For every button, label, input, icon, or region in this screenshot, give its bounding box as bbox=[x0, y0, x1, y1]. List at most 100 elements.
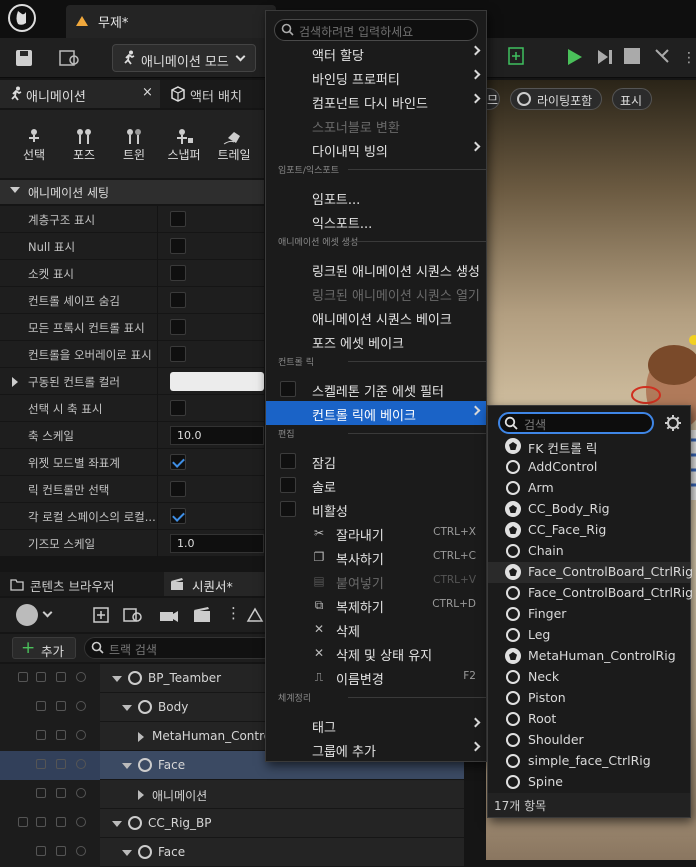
tool-pose[interactable]: 포즈 bbox=[64, 128, 104, 163]
expand-icon[interactable] bbox=[12, 377, 18, 387]
menu-item[interactable]: 잠김 bbox=[266, 449, 486, 473]
control-rig-item[interactable]: CC_Body_Rig bbox=[488, 499, 690, 520]
tab-content-browser[interactable]: 콘텐츠 브라우저 bbox=[0, 572, 160, 596]
control-rig-item[interactable]: Shoulder bbox=[488, 730, 690, 751]
mute-icon[interactable] bbox=[76, 788, 86, 798]
solo-icon[interactable] bbox=[56, 846, 66, 856]
property-checkbox[interactable] bbox=[170, 346, 186, 362]
lock-icon[interactable] bbox=[36, 846, 46, 856]
expand-icon[interactable] bbox=[138, 790, 144, 800]
close-icon[interactable]: × bbox=[142, 85, 153, 100]
unreal-logo-icon[interactable] bbox=[4, 0, 40, 36]
lock-icon[interactable] bbox=[36, 759, 46, 769]
add-track-button[interactable]: + 추가 bbox=[12, 637, 76, 659]
menu-checkbox[interactable] bbox=[280, 381, 296, 397]
mute-icon[interactable] bbox=[76, 672, 86, 682]
property-checkbox[interactable] bbox=[170, 292, 186, 308]
property-checkbox[interactable] bbox=[170, 508, 186, 524]
tab-actor-placement[interactable]: 액터 배치 bbox=[168, 80, 264, 108]
pin-icon[interactable] bbox=[18, 672, 28, 682]
collapse-icon[interactable] bbox=[112, 821, 122, 827]
menu-item[interactable]: ❐ 복사하기 CTRL+C bbox=[266, 545, 486, 569]
menu-item[interactable]: 스켈레톤 기준 에셋 필터 bbox=[266, 377, 486, 401]
mode-dropdown[interactable]: 애니메이션 모드 bbox=[112, 44, 256, 72]
lock-icon[interactable] bbox=[36, 788, 46, 798]
mute-icon[interactable] bbox=[76, 817, 86, 827]
control-rig-item[interactable]: CC_Face_Rig bbox=[488, 520, 690, 541]
menu-item[interactable]: 익스포트... bbox=[266, 209, 486, 233]
control-rig-item[interactable]: simple_face_CtrlRig bbox=[488, 751, 690, 772]
expand-icon[interactable] bbox=[138, 732, 144, 742]
menu-item[interactable]: ✂ 잘라내기 CTRL+X bbox=[266, 521, 486, 545]
mute-icon[interactable] bbox=[76, 701, 86, 711]
track-row[interactable]: Face bbox=[0, 838, 464, 867]
menu-item[interactable]: ⎍ 이름변경 F2 bbox=[266, 665, 486, 689]
track-row[interactable]: 애니메이션 bbox=[0, 780, 464, 809]
menu-item[interactable]: 컴포넌트 다시 바인드 bbox=[266, 89, 486, 113]
tab-animation[interactable]: 애니메이션 × bbox=[0, 80, 160, 108]
menu-checkbox[interactable] bbox=[280, 453, 296, 469]
submenu-search-input[interactable]: 검색 bbox=[498, 412, 654, 434]
menu-item[interactable]: ✕ 삭제 및 상태 유지 bbox=[266, 641, 486, 665]
control-rig-item[interactable]: Root bbox=[488, 709, 690, 730]
chevron-down-icon[interactable] bbox=[42, 607, 53, 618]
solo-icon[interactable] bbox=[56, 759, 66, 769]
menu-item[interactable]: 애니메이션 시퀀스 베이크 bbox=[266, 305, 486, 329]
menu-checkbox[interactable] bbox=[280, 477, 296, 493]
property-checkbox[interactable] bbox=[170, 481, 186, 497]
track-row[interactable]: CC_Rig_BP bbox=[0, 809, 464, 838]
property-checkbox[interactable] bbox=[170, 400, 186, 416]
property-checkbox[interactable] bbox=[170, 238, 186, 254]
control-rig-item[interactable]: MetaHuman_ControlRig bbox=[488, 646, 690, 667]
lock-icon[interactable] bbox=[36, 672, 46, 682]
control-rig-item[interactable]: AddControl bbox=[488, 457, 690, 478]
menu-item[interactable]: 액터 할당 bbox=[266, 41, 486, 65]
tool-trail[interactable]: 트레일 bbox=[214, 128, 254, 163]
settings-icon[interactable] bbox=[246, 606, 264, 624]
control-rig-item[interactable]: FK 컨트롤 릭 bbox=[488, 436, 690, 457]
menu-item[interactable]: 그룹에 추가 bbox=[266, 737, 486, 761]
more-icon[interactable]: ⋮ bbox=[682, 50, 696, 66]
control-rig-item[interactable]: Leg bbox=[488, 625, 690, 646]
platform-icon[interactable] bbox=[506, 46, 526, 68]
control-rig-item[interactable]: Chain bbox=[488, 541, 690, 562]
track-search-input[interactable]: 트랙 검색 bbox=[84, 637, 274, 659]
show-button[interactable]: 표시 bbox=[612, 88, 652, 110]
collapse-icon[interactable] bbox=[112, 676, 122, 682]
lock-icon[interactable] bbox=[36, 730, 46, 740]
mute-icon[interactable] bbox=[76, 730, 86, 740]
collapse-icon[interactable] bbox=[122, 705, 132, 711]
lock-icon[interactable] bbox=[36, 701, 46, 711]
menu-item[interactable]: ✕ 삭제 bbox=[266, 617, 486, 641]
menu-item[interactable]: 비활성 bbox=[266, 497, 486, 521]
find-icon[interactable] bbox=[122, 606, 144, 624]
save-icon[interactable] bbox=[14, 48, 34, 68]
collapse-icon[interactable] bbox=[122, 763, 132, 769]
world-icon[interactable] bbox=[16, 604, 38, 626]
mute-icon[interactable] bbox=[76, 846, 86, 856]
tool-snapper[interactable]: 스냅퍼 bbox=[164, 128, 204, 163]
menu-item[interactable]: 임포트... bbox=[266, 185, 486, 209]
tab-sequencer[interactable]: 시퀀서* bbox=[164, 572, 264, 596]
menu-item[interactable]: 링크된 애니메이션 시퀀스 생성 bbox=[266, 257, 486, 281]
solo-icon[interactable] bbox=[56, 788, 66, 798]
lock-icon[interactable] bbox=[36, 817, 46, 827]
menu-checkbox[interactable] bbox=[280, 501, 296, 517]
solo-icon[interactable] bbox=[56, 672, 66, 682]
pin-icon[interactable] bbox=[18, 817, 28, 827]
menu-item[interactable]: 포즈 에셋 베이크 bbox=[266, 329, 486, 353]
property-number-field[interactable]: 1.0 bbox=[170, 534, 264, 553]
mute-icon[interactable] bbox=[76, 759, 86, 769]
camera-icon[interactable] bbox=[158, 606, 180, 624]
collapse-icon[interactable] bbox=[122, 850, 132, 856]
browse-icon[interactable] bbox=[58, 48, 82, 68]
animation-settings-header[interactable]: 애니메이션 세팅 bbox=[0, 180, 264, 204]
menu-item[interactable]: 태그 bbox=[266, 713, 486, 737]
property-number-field[interactable]: 10.0 bbox=[170, 426, 264, 445]
property-checkbox[interactable] bbox=[170, 319, 186, 335]
property-checkbox[interactable] bbox=[170, 265, 186, 281]
control-rig-item[interactable]: Arm bbox=[488, 478, 690, 499]
tool-select[interactable]: 선택 bbox=[14, 128, 54, 163]
menu-item[interactable]: 바인딩 프로퍼티 bbox=[266, 65, 486, 89]
control-rig-item[interactable]: Neck bbox=[488, 667, 690, 688]
